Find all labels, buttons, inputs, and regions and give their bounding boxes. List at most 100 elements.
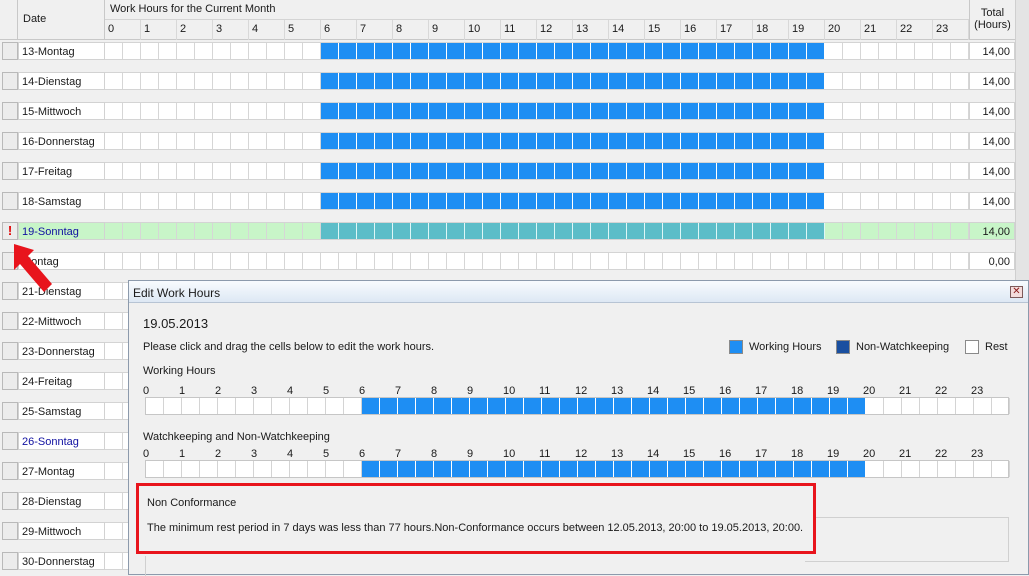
half-hour-cell[interactable] <box>339 43 357 59</box>
half-hour-cell[interactable] <box>830 461 848 477</box>
half-hour-cell[interactable] <box>231 43 249 59</box>
half-hour-cell[interactable] <box>627 163 645 179</box>
half-hour-cell[interactable] <box>465 43 483 59</box>
half-hour-cell[interactable] <box>434 461 452 477</box>
half-hour-cell[interactable] <box>663 103 681 119</box>
half-hour-cell[interactable] <box>861 103 879 119</box>
half-hour-cell[interactable] <box>789 163 807 179</box>
half-hour-cell[interactable] <box>902 398 920 414</box>
half-hour-cell[interactable] <box>375 43 393 59</box>
half-hour-cell[interactable] <box>591 43 609 59</box>
half-hour-cell[interactable] <box>933 43 951 59</box>
half-hour-cell[interactable] <box>681 163 699 179</box>
half-hour-cell[interactable] <box>735 43 753 59</box>
half-hour-cell[interactable] <box>807 223 825 239</box>
half-hour-cell[interactable] <box>578 461 596 477</box>
half-hour-cell[interactable] <box>866 398 884 414</box>
row-indicator[interactable] <box>2 552 18 570</box>
half-hour-cell[interactable] <box>609 163 627 179</box>
half-hour-cell[interactable] <box>915 133 933 149</box>
half-hour-cell[interactable] <box>447 73 465 89</box>
half-hour-cell[interactable] <box>339 223 357 239</box>
half-hour-cell[interactable] <box>429 103 447 119</box>
half-hour-cell[interactable] <box>735 73 753 89</box>
half-hour-cell[interactable] <box>249 163 267 179</box>
half-hour-cell[interactable] <box>645 133 663 149</box>
half-hour-cell[interactable] <box>645 223 663 239</box>
half-hour-cell[interactable] <box>267 43 285 59</box>
half-hour-cell[interactable] <box>357 133 375 149</box>
half-hour-cell[interactable] <box>434 398 452 414</box>
half-hour-cell[interactable] <box>411 163 429 179</box>
half-hour-cell[interactable] <box>267 163 285 179</box>
half-hour-cell[interactable] <box>123 253 141 269</box>
half-hour-cell[interactable] <box>339 253 357 269</box>
half-hour-cell[interactable] <box>213 163 231 179</box>
half-hour-cell[interactable] <box>902 461 920 477</box>
half-hour-cell[interactable] <box>596 461 614 477</box>
half-hour-cell[interactable] <box>519 193 537 209</box>
close-icon[interactable]: ✕ <box>1010 286 1023 298</box>
half-hour-cell[interactable] <box>303 223 321 239</box>
half-hour-cell[interactable] <box>663 43 681 59</box>
half-hour-cell[interactable] <box>537 133 555 149</box>
half-hour-cell[interactable] <box>573 163 591 179</box>
half-hour-cell[interactable] <box>884 461 902 477</box>
half-hour-cell[interactable] <box>285 43 303 59</box>
half-hour-cell[interactable] <box>717 223 735 239</box>
half-hour-cell[interactable] <box>920 398 938 414</box>
half-hour-cell[interactable] <box>501 163 519 179</box>
row-indicator[interactable] <box>2 102 18 120</box>
half-hour-cell[interactable] <box>789 43 807 59</box>
half-hour-cell[interactable] <box>609 253 627 269</box>
half-hour-cell[interactable] <box>447 163 465 179</box>
half-hour-cell[interactable] <box>848 398 866 414</box>
half-hour-cell[interactable] <box>699 193 717 209</box>
half-hour-cell[interactable] <box>663 163 681 179</box>
row-date[interactable]: 25-Samstag <box>18 402 105 420</box>
half-hour-cell[interactable] <box>717 163 735 179</box>
half-hour-cell[interactable] <box>285 133 303 149</box>
day-row[interactable]: 13-Montag 14,00 <box>0 35 1015 65</box>
half-hour-cell[interactable] <box>555 193 573 209</box>
half-hour-cell[interactable] <box>470 398 488 414</box>
half-hour-cell[interactable] <box>213 223 231 239</box>
half-hour-cell[interactable] <box>735 193 753 209</box>
half-hour-cell[interactable] <box>357 103 375 119</box>
half-hour-cell[interactable] <box>141 73 159 89</box>
half-hour-cell[interactable] <box>447 133 465 149</box>
half-hour-cell[interactable] <box>375 223 393 239</box>
half-hour-cell[interactable] <box>339 73 357 89</box>
half-hour-cell[interactable] <box>722 461 740 477</box>
half-hour-cell[interactable] <box>249 253 267 269</box>
half-hour-cell[interactable] <box>717 133 735 149</box>
half-hour-cell[interactable] <box>159 43 177 59</box>
hour-cells[interactable] <box>105 252 969 270</box>
half-hour-cell[interactable] <box>429 133 447 149</box>
half-hour-cell[interactable] <box>843 193 861 209</box>
half-hour-cell[interactable] <box>303 133 321 149</box>
half-hour-cell[interactable] <box>537 193 555 209</box>
half-hour-cell[interactable] <box>609 193 627 209</box>
half-hour-cell[interactable] <box>717 103 735 119</box>
half-hour-cell[interactable] <box>141 253 159 269</box>
half-hour-cell[interactable] <box>699 253 717 269</box>
half-hour-cell[interactable] <box>177 43 195 59</box>
half-hour-cell[interactable] <box>573 73 591 89</box>
row-indicator[interactable] <box>2 162 18 180</box>
half-hour-cell[interactable] <box>105 373 123 389</box>
half-hour-cell[interactable] <box>249 223 267 239</box>
half-hour-cell[interactable] <box>915 223 933 239</box>
half-hour-cell[interactable] <box>789 193 807 209</box>
half-hour-cell[interactable] <box>308 461 326 477</box>
half-hour-cell[interactable] <box>447 103 465 119</box>
half-hour-cell[interactable] <box>195 43 213 59</box>
half-hour-cell[interactable] <box>429 193 447 209</box>
half-hour-cell[interactable] <box>933 193 951 209</box>
half-hour-cell[interactable] <box>362 398 380 414</box>
half-hour-cell[interactable] <box>375 133 393 149</box>
half-hour-cell[interactable] <box>519 73 537 89</box>
row-date[interactable]: 17-Freitag <box>18 162 105 180</box>
half-hour-cell[interactable] <box>843 253 861 269</box>
half-hour-cell[interactable] <box>879 103 897 119</box>
